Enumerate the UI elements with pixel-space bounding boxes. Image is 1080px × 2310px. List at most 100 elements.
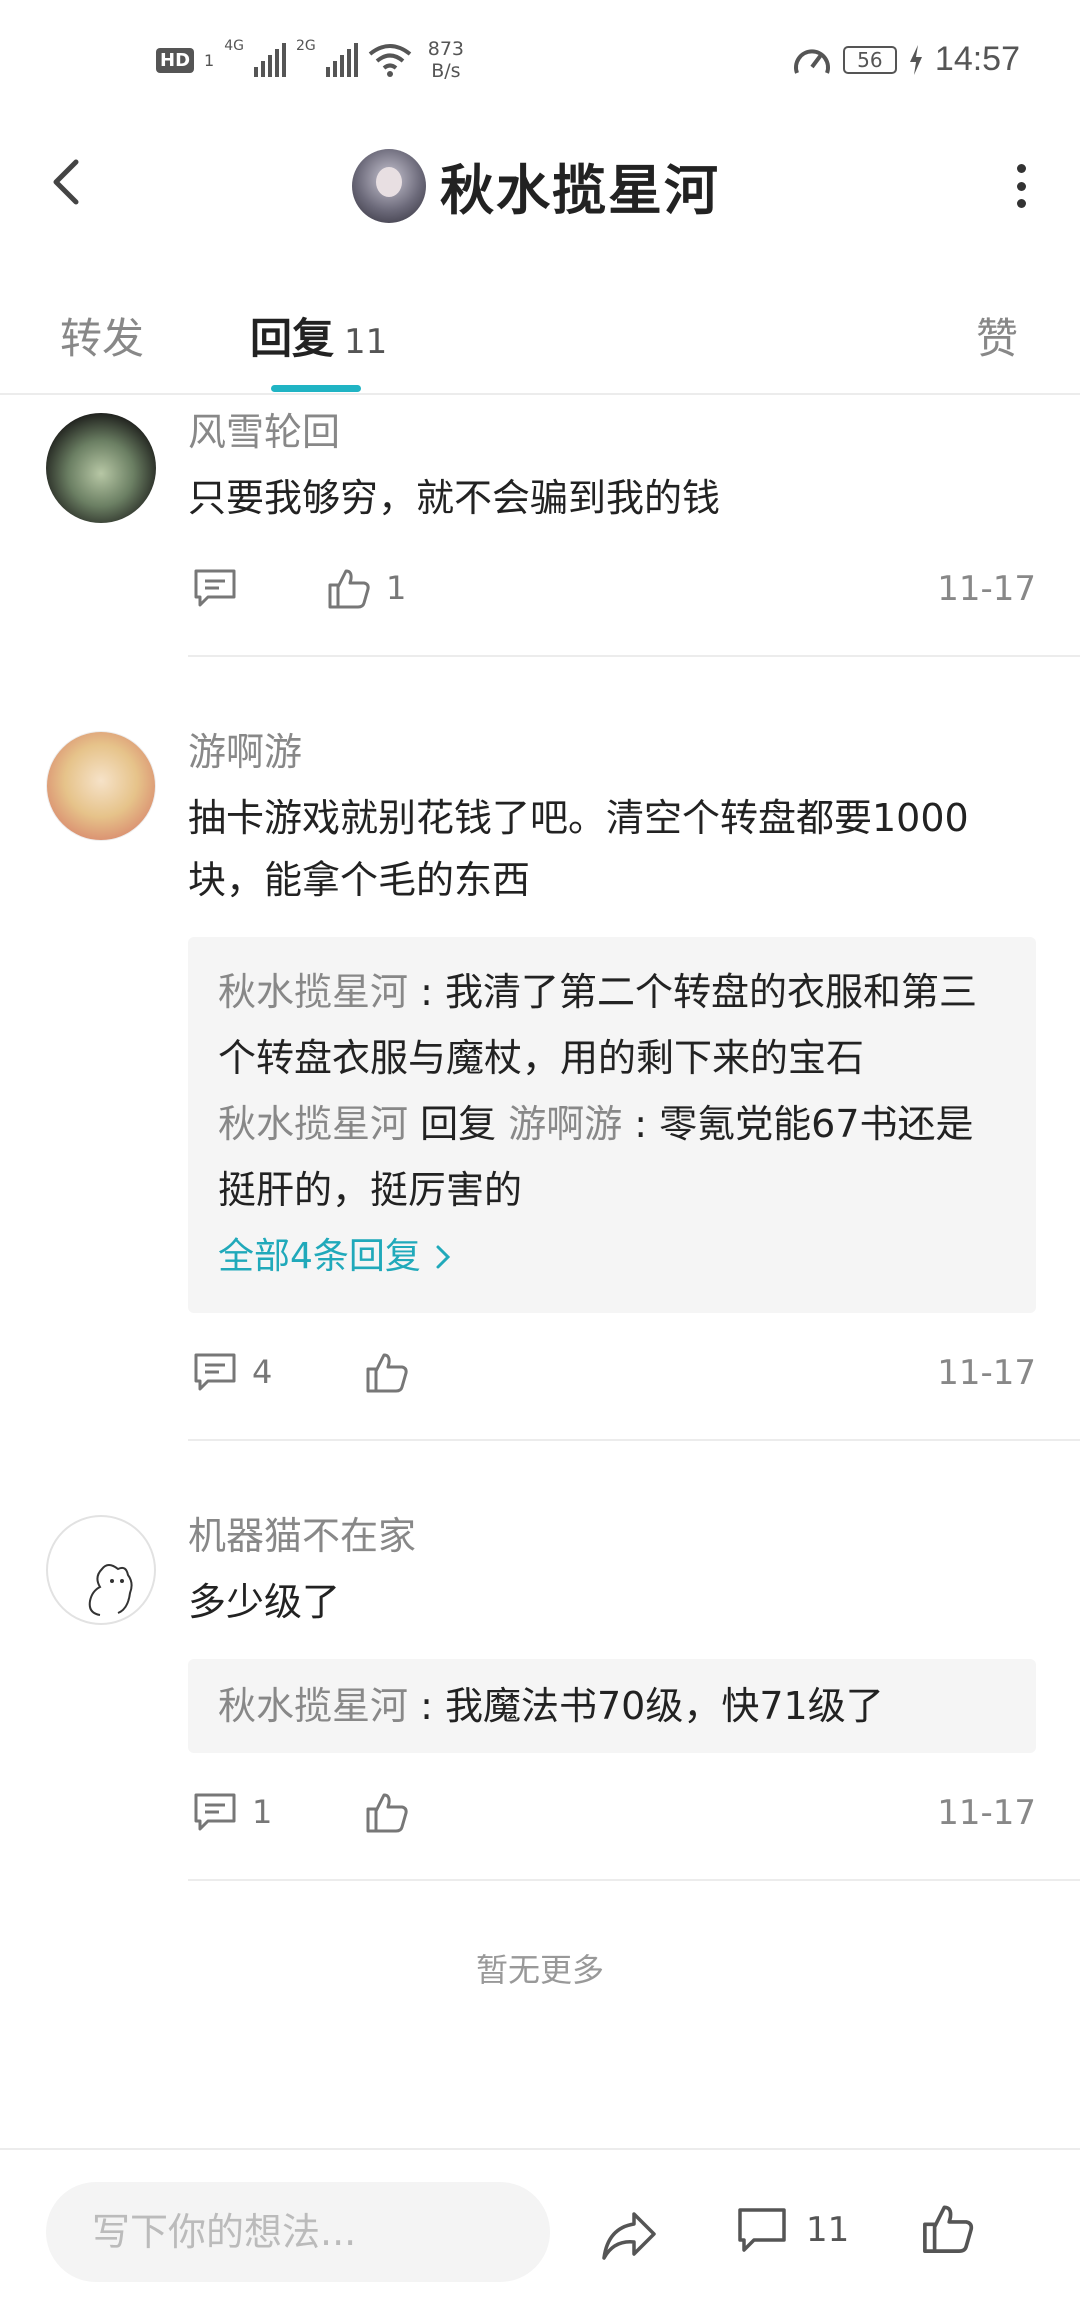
header: 秋水揽星河 [0, 130, 1080, 240]
comment-actions: 4 11-17 [188, 1343, 1036, 1403]
comment-item: 机器猫不在家 多少级了 秋水揽星河 : 我魔法书70级，快71级了 1 11-1… [0, 1441, 1080, 1881]
view-all-replies-link[interactable]: 全部4条回复 [218, 1225, 1006, 1289]
reply-text: 我魔法书70级，快71级了 [444, 1684, 884, 1728]
thumbs-up-icon [923, 2205, 974, 2253]
status-left: HD 1 4G 2G 873 B/s [156, 38, 464, 82]
thumbs-up-icon [366, 1353, 408, 1393]
reply-separator: : [622, 1102, 660, 1146]
comment-body: 风雪轮回 只要我够穷，就不会骗到我的钱 1 11-17 [188, 405, 1036, 619]
reply-author[interactable]: 秋水揽星河 [218, 1684, 408, 1728]
reply-preview-box[interactable]: 秋水揽星河 : 我魔法书70级，快71级了 [188, 1659, 1036, 1753]
net-speed: 873 B/s [428, 38, 464, 82]
chevron-left-icon [53, 159, 79, 205]
reply-author[interactable]: 秋水揽星河 [218, 970, 408, 1014]
reply-preview-box[interactable]: 秋水揽星河 : 我清了第二个转盘的衣服和第三个转盘衣服与魔杖，用的剩下来的宝石 … [188, 937, 1036, 1313]
comment-body: 游啊游 抽卡游戏就别花钱了吧。清空个转盘都要1000块，能拿个毛的东西 秋水揽星… [188, 725, 1036, 1403]
reply-count: 4 [252, 1353, 273, 1391]
comment-icon [194, 569, 236, 607]
comment-author[interactable]: 机器猫不在家 [188, 1509, 1036, 1563]
hd-badge: HD [156, 47, 195, 73]
reply-author[interactable]: 秋水揽星河 [218, 1102, 408, 1146]
battery-indicator: 56 [842, 45, 897, 74]
reply-verb: 回复 [408, 1102, 509, 1146]
view-all-replies-label: 全部4条回复 [218, 1236, 421, 1277]
like-button[interactable] [364, 1349, 424, 1395]
thumbs-up-icon [328, 569, 370, 609]
comment-date: 11-17 [937, 569, 1036, 609]
clock: 14:57 [934, 40, 1020, 78]
avatar[interactable] [46, 1515, 156, 1625]
title-group[interactable]: 秋水揽星河 [352, 146, 720, 225]
comment-date: 11-17 [937, 1353, 1036, 1393]
speedometer-icon [793, 49, 830, 74]
tab-like[interactable]: 赞 [976, 305, 1018, 366]
more-options-button[interactable] [1006, 164, 1036, 208]
reply-preview: 秋水揽星河 : 我魔法书70级，快71级了 [218, 1673, 1006, 1739]
avatar[interactable] [46, 413, 156, 523]
comment-text: 只要我够穷，就不会骗到我的钱 [188, 476, 721, 520]
author-avatar[interactable] [352, 148, 426, 223]
doodle-avatar-icon [88, 1564, 133, 1616]
comment-icon [738, 2208, 786, 2252]
reply-button[interactable]: 4 [192, 1349, 272, 1395]
network-type-1: 4G [224, 38, 244, 54]
tab-reply-count: 11 [344, 322, 388, 362]
reply-separator: : [408, 1684, 445, 1728]
comment-text: 抽卡游戏就别花钱了吧。清空个转盘都要1000块，能拿个毛的东西 [188, 796, 969, 902]
comment-author[interactable]: 风雪轮回 [188, 405, 1036, 459]
comment-actions: 1 11-17 [188, 1783, 1036, 1843]
sim-indicator: 1 [204, 50, 215, 70]
more-dot-icon [1016, 199, 1026, 208]
active-tab-indicator [271, 385, 361, 392]
comment-icon [194, 1793, 236, 1831]
comment-text: 多少级了 [188, 1580, 341, 1624]
comments-button[interactable]: 11 [736, 2204, 849, 2256]
chevron-right-icon [436, 1245, 451, 1269]
reply-button[interactable] [192, 565, 252, 611]
signal-icon-2 [325, 43, 358, 77]
tab-reply-label: 回复 [250, 314, 335, 363]
comment-date: 11-17 [937, 1793, 1036, 1833]
thumbs-up-icon [366, 1793, 408, 1833]
comment-count: 11 [806, 2210, 850, 2250]
signal-icon [253, 43, 286, 77]
page-title: 秋水揽星河 [440, 159, 720, 222]
comment-item: 游啊游 抽卡游戏就别花钱了吧。清空个转盘都要1000块，能拿个毛的东西 秋水揽星… [0, 657, 1080, 1441]
divider [188, 1879, 1080, 1881]
reply-button[interactable]: 1 [192, 1789, 272, 1835]
reply-count: 1 [252, 1793, 273, 1831]
comment-item: 风雪轮回 只要我够穷，就不会骗到我的钱 1 11-17 [0, 395, 1080, 657]
net-speed-unit: B/s [431, 60, 461, 82]
reply-preview: 秋水揽星河 回复 游啊游 : 零氪党能67书还是挺肝的，挺厉害的 [218, 1091, 1006, 1223]
share-icon [602, 2212, 656, 2260]
wifi-icon [368, 44, 411, 77]
comment-input[interactable]: 写下你的想法... [46, 2182, 550, 2282]
more-dot-icon [1016, 181, 1026, 191]
like-button[interactable]: 1 [326, 565, 406, 611]
reply-separator: : [408, 970, 445, 1014]
bottom-bar: 写下你的想法... 11 [0, 2148, 1080, 2310]
avatar[interactable] [46, 731, 156, 841]
reply-target[interactable]: 游啊游 [508, 1102, 622, 1146]
status-bar: HD 1 4G 2G 873 B/s 56 14:57 [0, 0, 1080, 120]
more-dot-icon [1016, 164, 1026, 173]
tab-bar: 转发 回复 11 赞 [0, 285, 1080, 395]
charging-icon [909, 44, 922, 75]
comment-body: 机器猫不在家 多少级了 秋水揽星河 : 我魔法书70级，快71级了 1 11-1… [188, 1509, 1036, 1843]
tab-forward[interactable]: 转发 [60, 305, 144, 366]
no-more-label: 暂无更多 [475, 1951, 604, 1989]
comment-author[interactable]: 游啊游 [188, 725, 1036, 779]
like-count: 1 [386, 569, 407, 607]
comment-list: 风雪轮回 只要我够穷，就不会骗到我的钱 1 11-17 游啊游 抽卡游戏就别花钱… [0, 395, 1080, 1881]
tab-reply[interactable]: 回复 11 [250, 305, 387, 366]
share-button[interactable] [600, 2206, 658, 2264]
comment-icon [194, 1353, 236, 1391]
back-button[interactable] [40, 152, 100, 212]
comment-actions: 1 11-17 [188, 559, 1036, 619]
network-type-2: 2G [295, 38, 316, 54]
status-right: 56 14:57 [793, 40, 1020, 79]
like-post-button[interactable] [920, 2200, 976, 2256]
like-button[interactable] [364, 1789, 424, 1835]
reply-preview: 秋水揽星河 : 我清了第二个转盘的衣服和第三个转盘衣服与魔杖，用的剩下来的宝石 [218, 959, 1006, 1091]
net-speed-value: 873 [427, 38, 464, 60]
